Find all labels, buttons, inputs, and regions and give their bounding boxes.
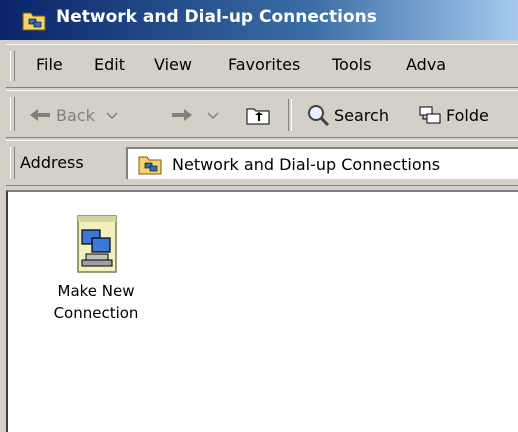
make-new-connection-label: Make New Connection: [53, 282, 139, 322]
chevron-down-icon: [207, 112, 219, 120]
folder-network-icon: [138, 156, 162, 175]
chevron-down-icon: [106, 112, 118, 120]
make-new-connection-item[interactable]: Make New Connection: [36, 214, 156, 324]
toolbar-grip[interactable]: [10, 97, 15, 131]
menubar-grip[interactable]: [10, 51, 15, 81]
forward-button[interactable]: [170, 103, 220, 127]
menu-tools[interactable]: Tools: [332, 55, 371, 74]
folders-icon: [419, 106, 441, 124]
address-value: Network and Dial-up Connections: [172, 155, 441, 174]
search-label: Search: [334, 105, 389, 125]
search-icon: [308, 105, 330, 126]
folder-view: Make New Connection: [6, 190, 518, 432]
addressbar-grip[interactable]: [10, 147, 15, 179]
address-field[interactable]: Network and Dial-up Connections: [126, 147, 518, 179]
back-arrow-icon: [30, 109, 50, 121]
title-bar[interactable]: Network and Dial-up Connections: [0, 0, 518, 40]
folder-network-icon: [22, 12, 46, 31]
search-button[interactable]: Search: [306, 103, 389, 127]
menu-view[interactable]: View: [154, 55, 192, 74]
menu-favorites[interactable]: Favorites: [228, 55, 300, 74]
window: Network and Dial-up Connections File Edi…: [0, 0, 518, 432]
window-title: Network and Dial-up Connections: [56, 7, 377, 27]
make-new-connection-icon: [77, 215, 117, 273]
menu-advanced[interactable]: Adva: [406, 55, 446, 74]
folders-button[interactable]: Folde: [418, 103, 489, 127]
menu-file[interactable]: File: [36, 55, 63, 74]
forward-arrow-icon: [172, 109, 192, 121]
back-label: Back: [56, 105, 95, 125]
address-bar: Address Network and Dial-up Connections: [6, 140, 518, 186]
up-folder-icon: [246, 108, 270, 125]
toolbar: Back Search Folde: [6, 90, 518, 138]
menu-edit[interactable]: Edit: [94, 55, 125, 74]
toolbar-separator: [288, 99, 292, 131]
menu-bar: File Edit View Favorites Tools Adva: [6, 44, 518, 88]
folders-label: Folde: [446, 105, 489, 125]
address-label: Address: [20, 153, 84, 172]
back-button[interactable]: Back: [28, 103, 119, 127]
up-folder-button[interactable]: [246, 103, 270, 127]
